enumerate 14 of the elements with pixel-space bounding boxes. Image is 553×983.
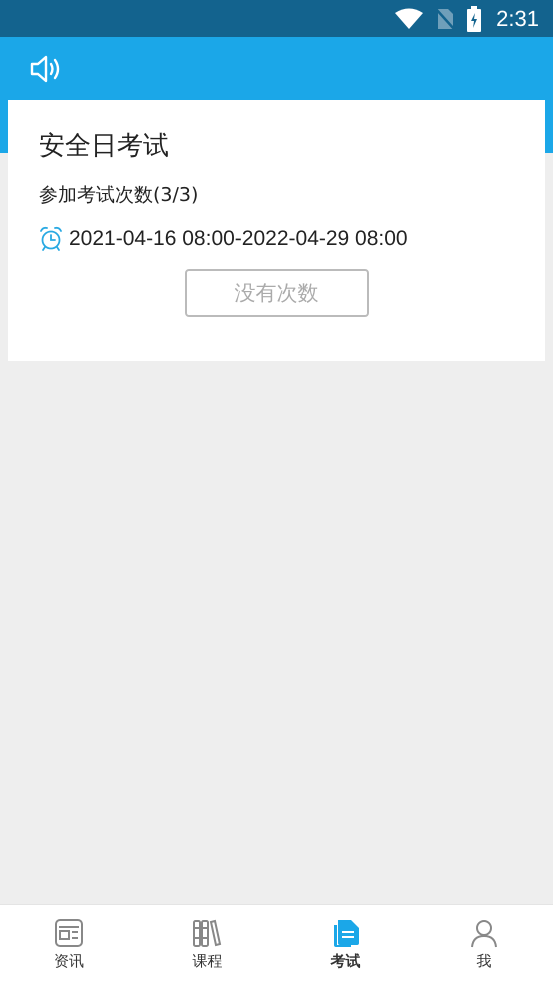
nav-tab[interactable]: 课程	[138, 905, 276, 983]
exam-period: 2021-04-16 08:00-2022-04-29 08:00	[69, 227, 408, 251]
attempt-count: 参加考试次数(3/3)	[39, 183, 200, 208]
wifi-icon	[394, 8, 424, 30]
battery-charging-icon	[466, 6, 482, 32]
books-icon	[192, 918, 222, 948]
nav-tab[interactable]: 考试	[276, 905, 415, 983]
person-icon	[468, 918, 499, 948]
nav-tab[interactable]: 我	[414, 905, 553, 983]
nav-tab[interactable]: 资讯	[0, 905, 138, 983]
alarm-clock-icon	[39, 226, 63, 252]
news-icon	[54, 918, 84, 948]
clock-time: 2:31	[496, 6, 539, 32]
exam-title: 安全日考试	[39, 130, 170, 163]
